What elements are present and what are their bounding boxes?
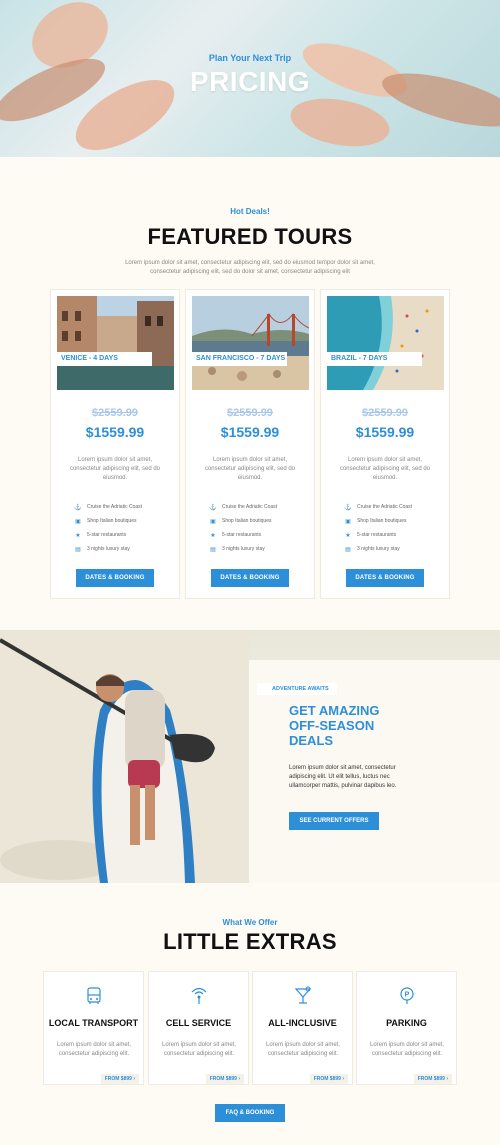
tour-card-brazil: BRAZIL - 7 DAYS $2559.99 $1559.99 Lorem … [320,289,450,599]
extras-title: LITTLE EXTRAS [163,929,337,954]
tour-description: Lorem ipsum dolor sit amet, consectetur … [204,457,296,481]
dates-booking-button[interactable]: DATES & BOOKING [211,569,289,587]
extra-card-cell-service: CELL SERVICE Lorem ipsum dolor sit amet,… [148,971,249,1085]
list-item: ▣ Shop Italian boutiques [208,514,308,528]
ship-icon: ⚓ [344,504,352,511]
faq-booking-button[interactable]: FAQ & BOOKING [215,1104,285,1122]
hero-eyebrow: Plan Your Next Trip [208,53,292,63]
cocktail-icon [294,986,312,1004]
star-icon: ★ [75,532,81,539]
tour-feature-list: ⚓ Cruise the Adriatic Coast ▣ Shop Italian… [208,500,308,556]
extra-price-link[interactable]: FROM $899 › [100,1074,139,1084]
bed-icon: ▤ [75,546,81,553]
page-title: PRICING [189,66,311,97]
list-item: ★ 5-star restaurants [343,528,443,542]
list-item: ⚓ Cruise the Adriatic Coast [74,504,143,511]
bed-icon: ▤ [210,546,216,553]
adventure-title: GET AMAZING OFF-SEASON DEALS [289,703,380,748]
shop-icon: ▣ [345,518,351,525]
tour-price: $1559.99 [85,424,145,440]
extra-title: ALL-INCLUSIVE [268,1018,337,1028]
tour-feature-list: ⚓ Cruise the Adriatic Coast ▣ Shop Italian… [343,500,443,556]
paddleboard-image [0,630,250,883]
tour-price: $1559.99 [220,424,280,440]
list-item: ▣ Shop Italian boutiques [73,514,173,528]
old-price: $2559.99 [227,407,273,419]
bus-icon [87,987,101,1004]
list-item: ▣ Shop Italian boutiques [343,514,443,528]
tour-tag: SAN FRANCISCO - 7 DAYS [192,352,287,366]
list-item: ▤ 3 nights luxury stay [343,542,443,556]
tour-image-brazil [327,296,444,390]
extra-price-link[interactable]: FROM $899 › [413,1074,452,1084]
extra-price-link[interactable]: FROM $899 › [309,1074,348,1084]
shop-icon: ▣ [210,518,216,525]
hero-banner: Plan Your Next Trip PRICING [0,0,500,157]
list-item: ⚓ Cruise the Adriatic Coast [209,504,278,511]
extra-card-local-transport: LOCAL TRANSPORT Lorem ipsum dolor sit am… [43,971,144,1085]
tour-tag: VENICE - 4 DAYS [57,352,152,366]
shop-icon: ▣ [75,518,81,525]
list-item: ★ 5-star restaurants [208,528,308,542]
tour-feature-list: ⚓ Cruise the Adriatic Coast ▣ Shop Italian… [73,500,173,556]
list-item: ⚓ Cruise the Adriatic Coast [344,504,413,511]
extra-description: Lorem ipsum dolor sit amet, consectetur … [265,1042,341,1057]
parking-pin-icon: P [400,987,414,1004]
adventure-tag: ADVENTURE AWAITS [257,683,337,695]
featured-eyebrow: Hot Deals! [230,207,270,216]
featured-intro: Lorem ipsum dolor sit amet, consectetur … [125,260,375,275]
tour-price: $1559.99 [355,424,415,440]
star-icon: ★ [345,532,351,539]
old-price: $2559.99 [92,407,138,419]
list-item: ▤ 3 nights luxury stay [73,542,173,556]
star-icon: ★ [210,532,216,539]
extra-price-link[interactable]: FROM $899 › [205,1074,244,1084]
list-item: ▤ 3 nights luxury stay [208,542,308,556]
ship-icon: ⚓ [74,504,82,511]
tour-image-san-francisco [192,296,309,390]
bed-icon: ▤ [345,546,351,553]
extra-title: LOCAL TRANSPORT [48,1018,139,1028]
tour-card-san-francisco: SAN FRANCISCO - 7 DAYS $2559.99 $1559.99… [185,289,315,599]
tour-image-venice [57,296,174,390]
extra-title: PARKING [386,1018,427,1028]
featured-title: FEATURED TOURS [147,224,353,249]
old-price: $2559.99 [362,407,408,419]
svg-text:P: P [405,992,410,999]
ship-icon: ⚓ [209,504,217,511]
extra-card-parking: P PARKING Lorem ipsum dolor sit amet, co… [356,971,457,1085]
extra-description: Lorem ipsum dolor sit amet, consectetur … [369,1042,445,1057]
tour-description: Lorem ipsum dolor sit amet, consectetur … [339,457,431,481]
extra-card-all-inclusive: ALL-INCLUSIVE Lorem ipsum dolor sit amet… [252,971,353,1085]
extras-eyebrow: What We Offer [222,918,278,927]
extra-description: Lorem ipsum dolor sit amet, consectetur … [56,1042,132,1057]
extra-description: Lorem ipsum dolor sit amet, consectetur … [161,1042,237,1057]
extra-title: CELL SERVICE [165,1018,232,1028]
tour-description: Lorem ipsum dolor sit amet, consectetur … [69,457,161,481]
see-current-offers-button[interactable]: SEE CURRENT OFFERS [289,812,379,830]
adventure-banner [0,630,500,883]
dates-booking-button[interactable]: DATES & BOOKING [346,569,424,587]
adventure-text: Lorem ipsum dolor sit amet, consectetur … [289,765,397,789]
tour-tag: BRAZIL - 7 DAYS [327,352,422,366]
list-item: ★ 5-star restaurants [73,528,173,542]
tour-card-venice: VENICE - 4 DAYS $2559.99 $1559.99 Lorem … [50,289,180,599]
dates-booking-button[interactable]: DATES & BOOKING [76,569,154,587]
signal-icon [191,987,207,1004]
